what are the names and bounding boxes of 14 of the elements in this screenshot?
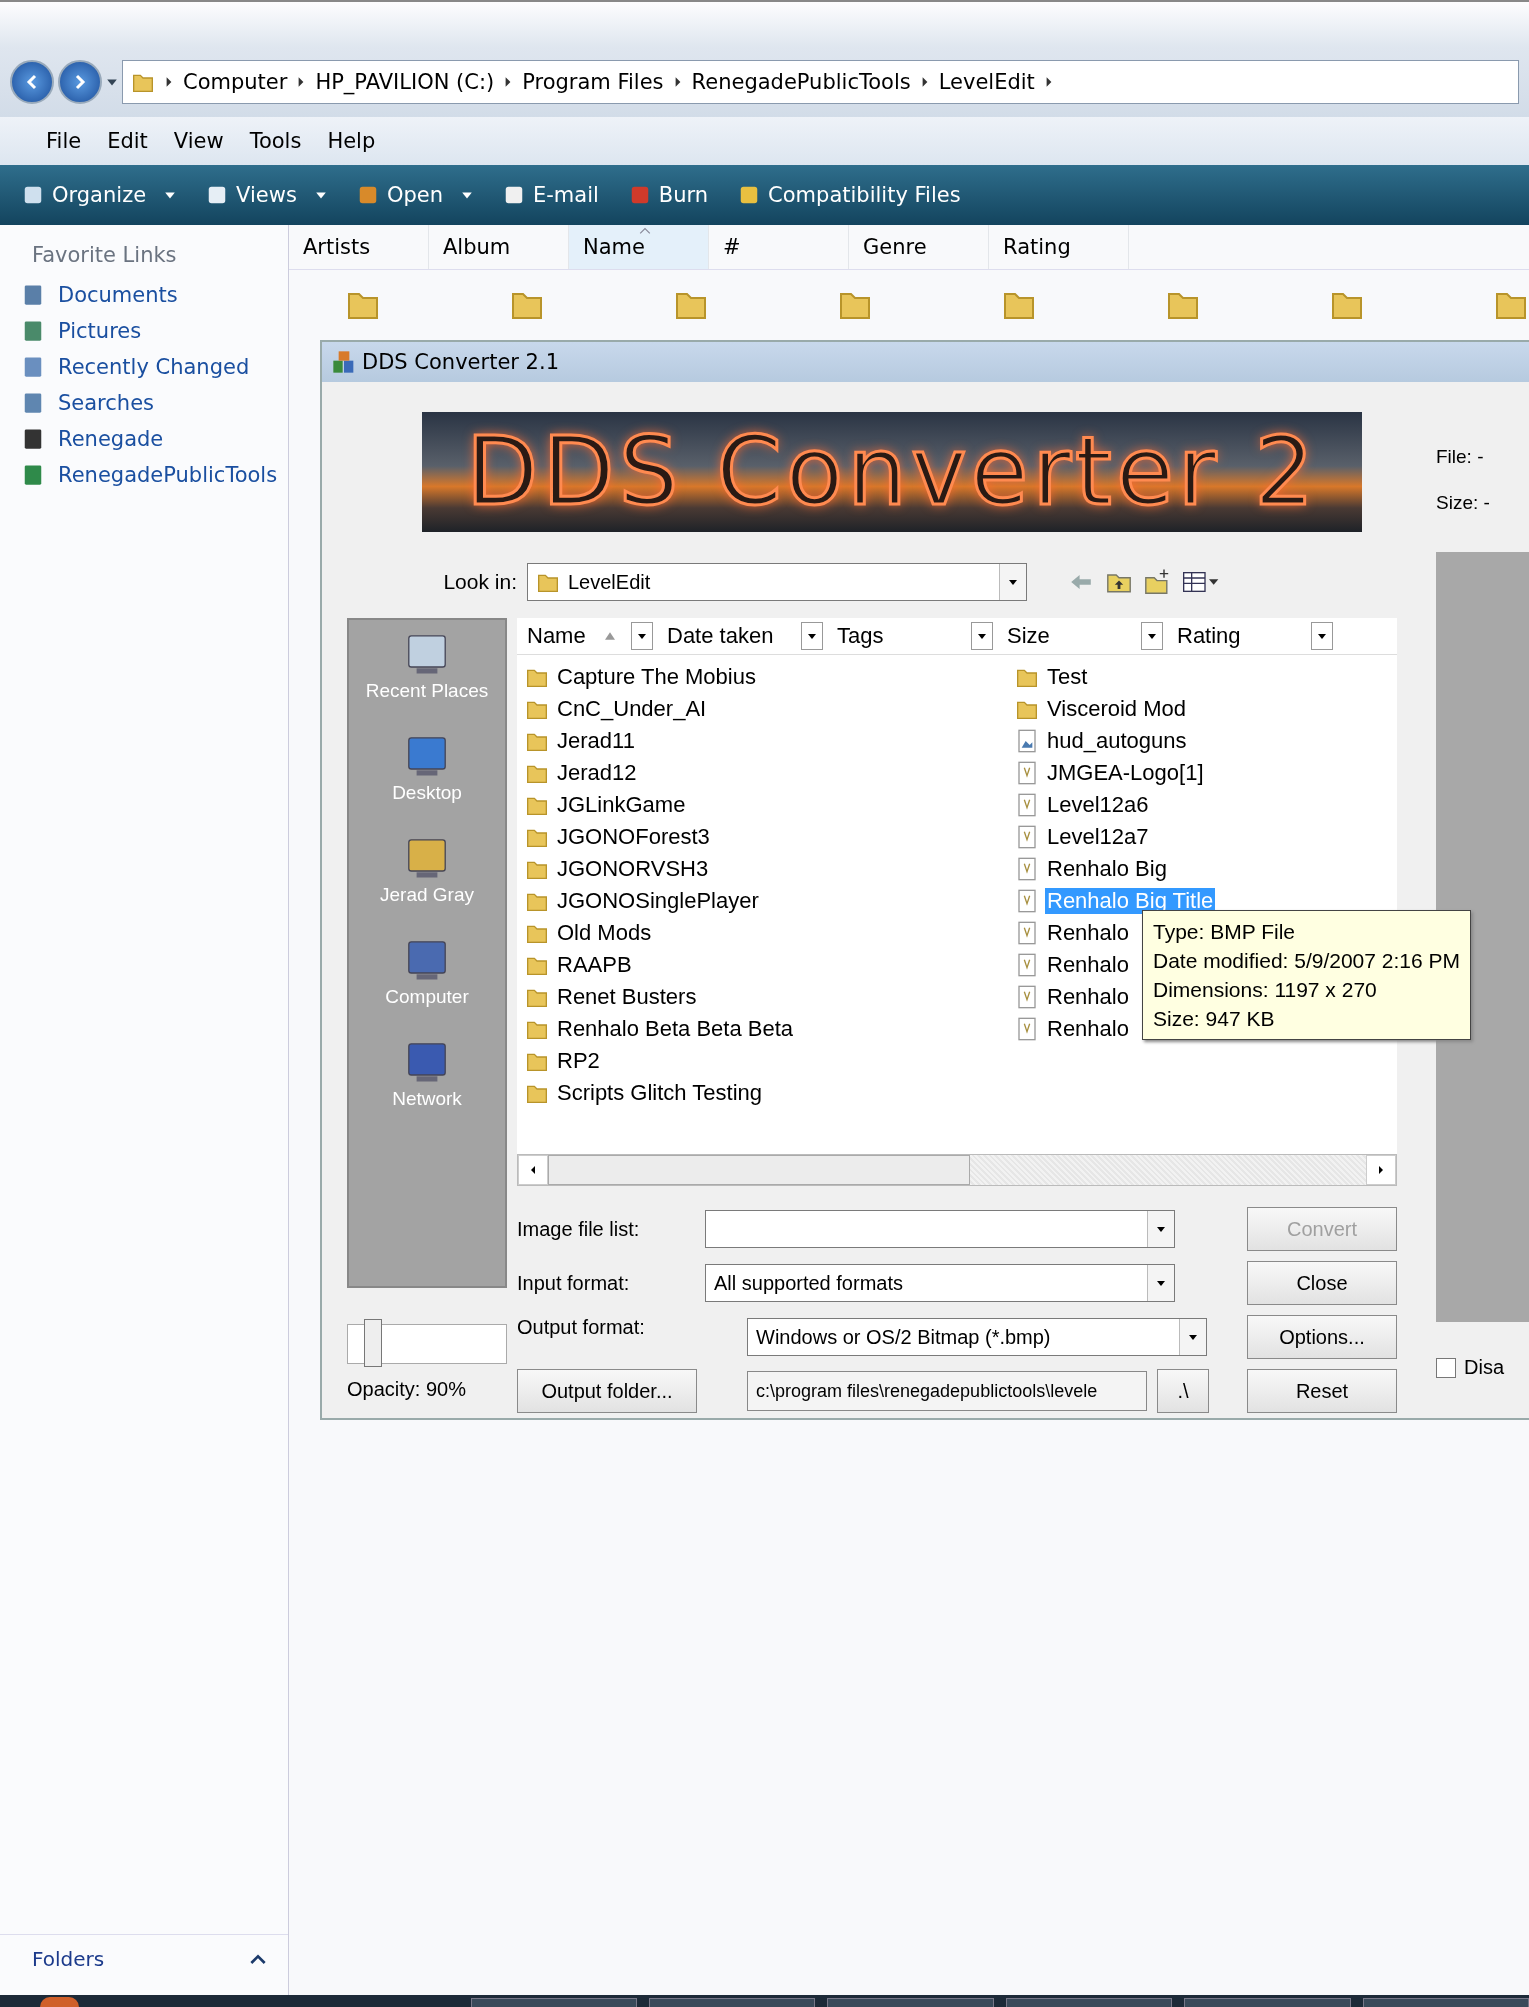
- section-title: Favorite Links: [31, 242, 178, 269]
- tooltip-line: Dimensions: 1197 x 270: [1153, 977, 1378, 1003]
- field-label: Input format:: [517, 1271, 631, 1295]
- info-label: File: -: [1436, 445, 1485, 468]
- look-in-label: Look in:: [442, 570, 517, 594]
- window-title: DDS Converter 2.1: [362, 350, 559, 374]
- checkbox-label: Disa: [1464, 1356, 1504, 1379]
- tooltip-line: Type: BMP File: [1153, 919, 1296, 945]
- field-label: Output format:: [517, 1316, 646, 1339]
- info-label: Size: -: [1436, 491, 1491, 514]
- tooltip-line: Size: 947 KB: [1153, 1006, 1276, 1032]
- tooltip-line: Date modified: 5/9/2007 2:16 PM: [1153, 948, 1461, 974]
- field-label: Image file list:: [517, 1217, 641, 1241]
- opacity-label: Opacity: 90%: [347, 1378, 467, 1401]
